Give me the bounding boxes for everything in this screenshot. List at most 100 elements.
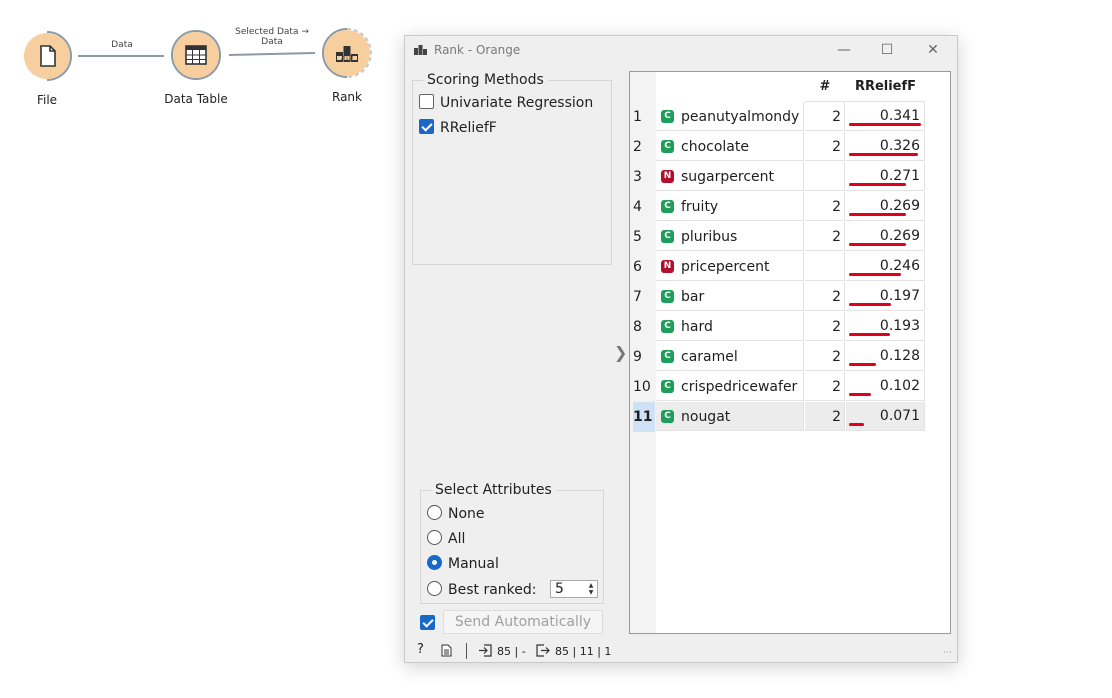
row-number[interactable]: 1: [633, 102, 655, 132]
row-number[interactable]: 4: [633, 192, 655, 222]
send-automatically-button[interactable]: Send Automatically: [443, 610, 603, 634]
resize-grip-icon[interactable]: ⋯: [943, 648, 952, 658]
row-number[interactable]: 11: [633, 402, 655, 432]
score-cell[interactable]: 0.102: [846, 372, 925, 401]
table-row[interactable]: 7 Cbar 2 0.197: [630, 282, 926, 312]
row-number[interactable]: 3: [633, 162, 655, 192]
method-label: Univariate Regression: [440, 95, 594, 111]
table-row[interactable]: 10 Ccrispedricewafer 2 0.102: [630, 372, 926, 402]
score-cell[interactable]: 0.269: [846, 192, 925, 221]
score-bar: [849, 183, 906, 186]
radio-manual-button[interactable]: [427, 555, 442, 570]
table-row[interactable]: 3 Nsugarpercent 0.271: [630, 162, 926, 192]
attribute-cell[interactable]: Ccaramel: [656, 342, 804, 371]
score-bar: [849, 213, 906, 216]
count-cell[interactable]: 2: [805, 102, 845, 131]
attribute-cell[interactable]: Npricepercent: [656, 252, 804, 281]
score-cell[interactable]: 0.269: [846, 222, 925, 251]
score-value: 0.197: [879, 288, 920, 304]
attribute-cell[interactable]: Cpeanutyalmondy: [656, 102, 804, 131]
row-number[interactable]: 7: [633, 282, 655, 312]
radio-best-ranked-button[interactable]: [427, 581, 442, 596]
radio-none-button[interactable]: [427, 505, 442, 520]
attribute-cell[interactable]: Cbar: [656, 282, 804, 311]
row-number[interactable]: 6: [633, 252, 655, 282]
attribute-name: hard: [681, 319, 713, 335]
link-label-data: Data: [111, 40, 133, 50]
attribute-cell[interactable]: Nsugarpercent: [656, 162, 804, 191]
method-rrelieff[interactable]: RReliefF: [419, 119, 497, 136]
count-cell[interactable]: 2: [805, 402, 845, 431]
maximize-button[interactable]: ☐: [872, 40, 902, 60]
table-row[interactable]: 1 Cpeanutyalmondy 2 0.341: [630, 102, 926, 132]
link-datatable-rank[interactable]: [228, 52, 316, 56]
attribute-cell[interactable]: Cpluribus: [656, 222, 804, 251]
score-cell[interactable]: 0.193: [846, 312, 925, 341]
rank-table[interactable]: # RReliefF 1 Cpeanutyalmondy 2 0.341 2 Cchoco…: [629, 71, 951, 634]
attribute-cell[interactable]: Cnougat: [656, 402, 804, 431]
count-cell[interactable]: 2: [805, 282, 845, 311]
score-cell[interactable]: 0.071: [846, 402, 925, 431]
best-ranked-value: 5: [555, 581, 564, 597]
score-value: 0.071: [879, 408, 920, 424]
radio-all[interactable]: All: [427, 530, 465, 547]
checkbox-rrelieff[interactable]: [419, 119, 434, 134]
table-row[interactable]: 9 Ccaramel 2 0.128: [630, 342, 926, 372]
count-cell[interactable]: 2: [805, 132, 845, 161]
scoring-methods-group: Scoring Methods Univariate Regression RR…: [412, 72, 612, 265]
score-bar: [849, 393, 871, 396]
window-title: Rank - Orange: [434, 43, 521, 57]
count-cell[interactable]: 2: [805, 222, 845, 251]
count-cell[interactable]: 2: [805, 312, 845, 341]
row-number[interactable]: 10: [633, 372, 655, 402]
attribute-name: pluribus: [681, 229, 738, 245]
row-number[interactable]: 8: [633, 312, 655, 342]
count-cell[interactable]: 2: [805, 372, 845, 401]
rank-window[interactable]: Rank - Orange — ☐ ✕ Scoring Methods Univ…: [404, 35, 958, 663]
header-rrelieff[interactable]: RReliefF: [846, 72, 925, 102]
table-row[interactable]: 11 Cnougat 2 0.071: [630, 402, 926, 432]
header-count[interactable]: #: [805, 72, 845, 102]
radio-all-button[interactable]: [427, 530, 442, 545]
table-row[interactable]: 2 Cchocolate 2 0.326: [630, 132, 926, 162]
count-cell[interactable]: 2: [805, 192, 845, 221]
checkbox-univariate-regression[interactable]: [419, 94, 434, 109]
row-number[interactable]: 5: [633, 222, 655, 252]
title-bar[interactable]: Rank - Orange — ☐ ✕: [405, 36, 957, 64]
categorical-icon: C: [661, 200, 674, 213]
attribute-cell[interactable]: Cfruity: [656, 192, 804, 221]
radio-manual[interactable]: Manual: [427, 555, 499, 572]
score-cell[interactable]: 0.341: [846, 102, 925, 131]
score-cell[interactable]: 0.128: [846, 342, 925, 371]
count-cell[interactable]: [805, 162, 845, 191]
score-cell[interactable]: 0.197: [846, 282, 925, 311]
table-row[interactable]: 8 Chard 2 0.193: [630, 312, 926, 342]
attribute-cell[interactable]: Ccrispedricewafer: [656, 372, 804, 401]
close-button[interactable]: ✕: [918, 40, 948, 60]
table-row[interactable]: 4 Cfruity 2 0.269: [630, 192, 926, 222]
score-cell[interactable]: 0.246: [846, 252, 925, 281]
radio-none[interactable]: None: [427, 505, 485, 522]
help-icon[interactable]: ?: [417, 642, 424, 657]
best-ranked-spinbox[interactable]: 5 ▲ ▼: [550, 580, 598, 598]
row-number[interactable]: 9: [633, 342, 655, 372]
score-value: 0.269: [879, 198, 920, 214]
minimize-button[interactable]: —: [829, 40, 859, 60]
radio-best-ranked[interactable]: Best ranked:: [427, 581, 536, 598]
collapse-arrow-icon[interactable]: ❯: [614, 343, 627, 362]
attribute-cell[interactable]: Cchocolate: [656, 132, 804, 161]
send-automatically-checkbox[interactable]: [420, 615, 435, 630]
score-cell[interactable]: 0.326: [846, 132, 925, 161]
count-cell[interactable]: 2: [805, 342, 845, 371]
score-cell[interactable]: 0.271: [846, 162, 925, 191]
spin-arrows-icon[interactable]: ▲ ▼: [586, 582, 596, 596]
method-univariate-regression[interactable]: Univariate Regression: [419, 94, 593, 111]
row-number[interactable]: 2: [633, 132, 655, 162]
report-icon[interactable]: [441, 644, 452, 657]
attribute-cell[interactable]: Chard: [656, 312, 804, 341]
attribute-name: pricepercent: [681, 259, 770, 275]
table-row[interactable]: 5 Cpluribus 2 0.269: [630, 222, 926, 252]
count-cell[interactable]: [805, 252, 845, 281]
table-row[interactable]: 6 Npricepercent 0.246: [630, 252, 926, 282]
score-bar: [849, 423, 864, 426]
